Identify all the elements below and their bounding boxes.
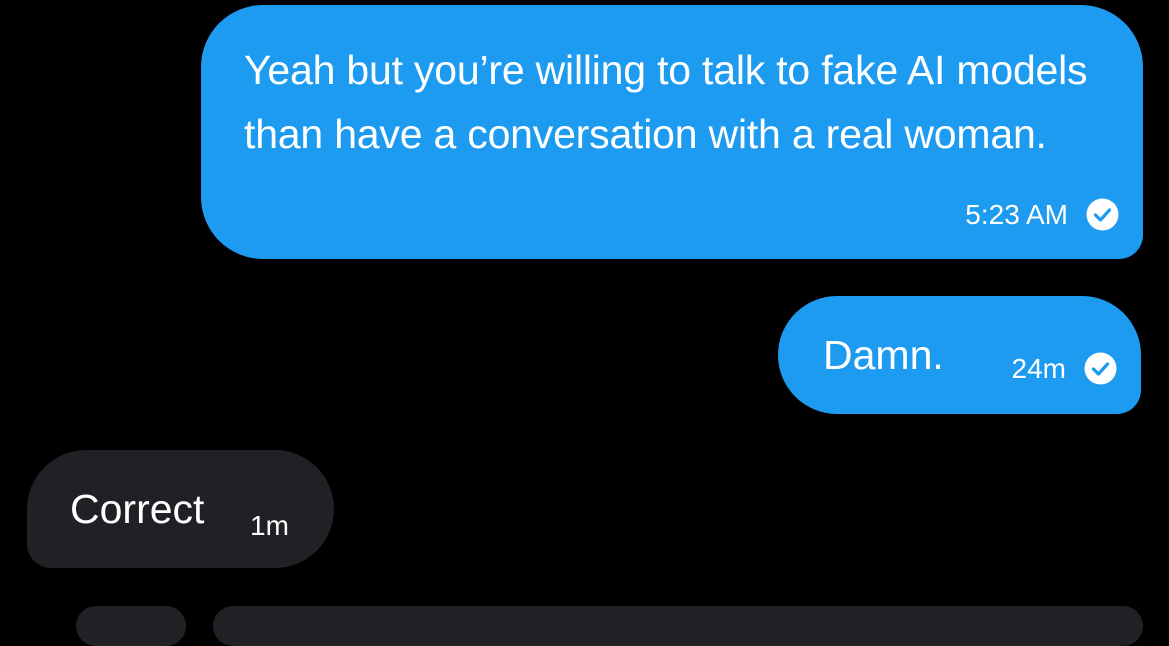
- message-timestamp: 5:23 AM: [965, 198, 1068, 230]
- received-message-bubble[interactable]: Correct 1m: [27, 450, 334, 568]
- partial-message-bubble: [213, 606, 1143, 646]
- message-meta: 1m: [250, 510, 289, 542]
- message-timestamp: 1m: [250, 510, 289, 541]
- message-text: Damn.: [823, 332, 944, 378]
- message-meta: 5:23 AM: [965, 198, 1119, 231]
- read-check-icon: [1084, 352, 1117, 385]
- message-text: Correct: [70, 486, 205, 532]
- sent-message-bubble[interactable]: Yeah but you’re willing to talk to fake …: [201, 5, 1143, 259]
- message-meta: 24m: [1012, 352, 1117, 385]
- sent-message-bubble[interactable]: Damn. 24m: [778, 296, 1141, 414]
- read-check-icon: [1086, 198, 1119, 231]
- message-timestamp: 24m: [1011, 352, 1066, 384]
- message-text: Yeah but you’re willing to talk to fake …: [244, 47, 1088, 157]
- partial-message-bubble: [76, 606, 186, 646]
